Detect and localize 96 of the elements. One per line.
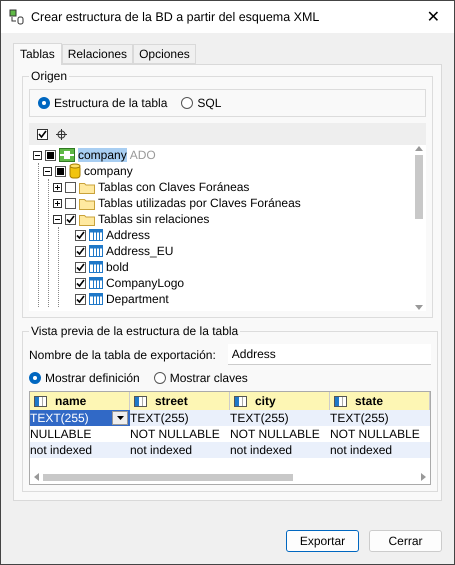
tree-item[interactable]: company bbox=[84, 164, 133, 178]
tab[interactable]: Relaciones bbox=[62, 44, 134, 64]
column-header[interactable]: city bbox=[230, 392, 330, 410]
checkbox[interactable] bbox=[75, 278, 86, 288]
dropdown-button[interactable] bbox=[112, 411, 128, 425]
column-title: city bbox=[255, 394, 276, 408]
expand-toggle-icon[interactable] bbox=[43, 166, 52, 176]
radio-dot[interactable] bbox=[38, 97, 50, 109]
expand-toggle-icon[interactable] bbox=[53, 182, 62, 192]
checkbox[interactable] bbox=[75, 262, 86, 272]
close-button[interactable]: ✕ bbox=[420, 7, 446, 27]
caret-icon bbox=[116, 416, 124, 420]
tab[interactable]: Opciones bbox=[133, 44, 196, 64]
checkbox[interactable] bbox=[75, 230, 86, 240]
checkbox[interactable] bbox=[75, 294, 86, 304]
column-header[interactable]: street bbox=[130, 392, 230, 410]
column-title: street bbox=[155, 394, 188, 408]
column-icon bbox=[134, 396, 147, 406]
table-cell[interactable]: not indexed bbox=[230, 442, 330, 458]
radio-option[interactable]: SQL bbox=[181, 96, 222, 110]
connection-icon bbox=[59, 148, 75, 162]
radio-dot[interactable] bbox=[29, 372, 41, 384]
expand-toggle-icon[interactable] bbox=[53, 214, 62, 224]
tree-item[interactable]: bold bbox=[106, 260, 129, 274]
radio-label: Mostrar claves bbox=[170, 371, 248, 385]
database-icon bbox=[69, 163, 81, 179]
folder-icon bbox=[79, 212, 95, 226]
folder-icon bbox=[79, 180, 95, 194]
radio-label: SQL bbox=[197, 96, 222, 110]
app-icon bbox=[9, 9, 25, 25]
tree-row[interactable]: Tablas con Claves Foráneas bbox=[53, 179, 408, 195]
tree-row[interactable]: company ADO bbox=[33, 147, 408, 163]
table-cell[interactable]: TEXT(255) bbox=[130, 410, 230, 426]
scroll-left-icon[interactable] bbox=[34, 473, 39, 481]
crosshair-icon[interactable] bbox=[56, 128, 67, 140]
column-icon bbox=[334, 396, 347, 406]
checkbox[interactable] bbox=[45, 150, 56, 160]
check-all-icon[interactable] bbox=[37, 128, 48, 140]
column-icon bbox=[34, 396, 47, 406]
tree-item[interactable]: Tablas utilizadas por Claves Foráneas bbox=[98, 196, 301, 210]
tree-item[interactable]: Tablas sin relaciones bbox=[98, 212, 210, 226]
radio-dot[interactable] bbox=[181, 97, 194, 109]
radio-option[interactable]: Mostrar claves bbox=[154, 371, 248, 385]
tree-item[interactable]: Address_EU bbox=[106, 244, 174, 258]
radio-dot[interactable] bbox=[154, 372, 166, 384]
tab[interactable]: Tablas bbox=[13, 43, 62, 65]
tree-row[interactable]: Tablas sin relaciones bbox=[53, 211, 408, 227]
column-title: state bbox=[355, 394, 384, 408]
table-icon bbox=[89, 277, 103, 289]
table-cell[interactable]: not indexed bbox=[30, 442, 130, 458]
table-cell[interactable]: TEXT(255) bbox=[30, 410, 130, 426]
tree-item-suffix: ADO bbox=[130, 148, 156, 162]
checkbox[interactable] bbox=[65, 214, 76, 224]
tree-row[interactable]: bold bbox=[63, 259, 408, 275]
vertical-scrollbar[interactable] bbox=[412, 145, 426, 311]
column-icon bbox=[234, 396, 247, 406]
window-title: Crear estructura de la BD a partir del esquema XML bbox=[31, 10, 320, 24]
tree-item[interactable]: Address bbox=[106, 228, 150, 242]
group-title: Vista previa de la estructura de la tabla bbox=[30, 324, 240, 338]
scrollbar-thumb[interactable] bbox=[415, 155, 423, 219]
folder-icon bbox=[79, 196, 95, 210]
tree-row[interactable]: CompanyLogo bbox=[63, 275, 408, 291]
table-icon bbox=[89, 261, 103, 273]
table-icon bbox=[89, 293, 103, 305]
scroll-down-icon[interactable] bbox=[415, 305, 423, 311]
table-cell[interactable]: not indexed bbox=[330, 442, 430, 458]
scroll-right-icon[interactable] bbox=[421, 473, 426, 481]
field-label: Nombre de la tabla de exportación: bbox=[29, 348, 216, 362]
tree-item[interactable]: Tablas con Claves Foráneas bbox=[98, 180, 250, 194]
tree-row[interactable]: Address bbox=[63, 227, 408, 243]
table-cell[interactable]: not indexed bbox=[130, 442, 230, 458]
tree-row[interactable]: company bbox=[43, 163, 408, 179]
table-name-field[interactable]: Address bbox=[228, 344, 431, 365]
tree-item[interactable]: CompanyLogo bbox=[106, 276, 184, 290]
checkbox[interactable] bbox=[65, 182, 76, 192]
tree-item[interactable]: company bbox=[78, 148, 127, 162]
tree-item[interactable]: Department bbox=[106, 292, 169, 306]
tree-row[interactable]: Address_EU bbox=[63, 243, 408, 259]
checkbox[interactable] bbox=[55, 166, 66, 176]
dialog-button[interactable]: Cerrar bbox=[369, 530, 442, 552]
table-icon bbox=[89, 229, 103, 241]
expand-toggle-icon[interactable] bbox=[53, 198, 62, 208]
checkbox[interactable] bbox=[75, 246, 86, 256]
expand-toggle-icon[interactable] bbox=[33, 150, 42, 160]
table-cell[interactable]: TEXT(255) bbox=[330, 410, 430, 426]
tree-row[interactable]: Department bbox=[63, 291, 408, 307]
group-title: Origen bbox=[30, 69, 68, 83]
table-icon bbox=[89, 245, 103, 257]
column-header[interactable]: state bbox=[330, 392, 430, 410]
column-header[interactable]: name bbox=[30, 392, 130, 410]
tree-row[interactable]: Tablas utilizadas por Claves Foráneas bbox=[53, 195, 408, 211]
dialog-button[interactable]: Exportar bbox=[286, 530, 359, 552]
table-cell[interactable]: TEXT(255) bbox=[230, 410, 330, 426]
column-title: name bbox=[55, 394, 86, 408]
scrollbar-thumb[interactable] bbox=[43, 474, 293, 480]
checkbox[interactable] bbox=[65, 198, 76, 208]
